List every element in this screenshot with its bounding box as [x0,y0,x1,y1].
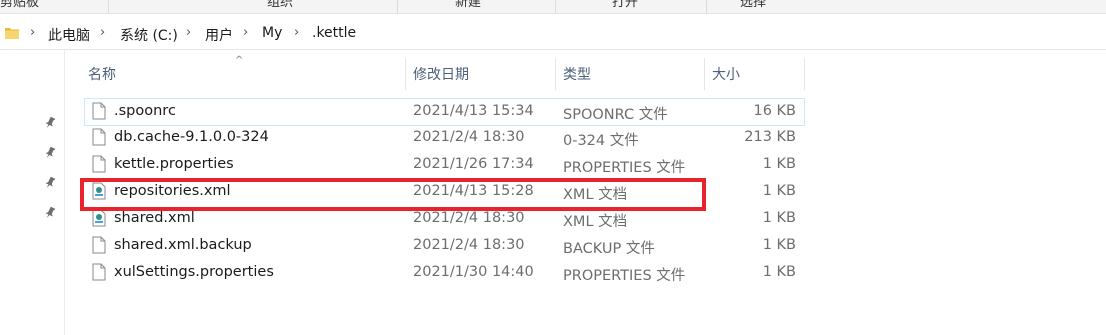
breadcrumb-chevron-icon[interactable]: › [186,25,191,40]
file-row[interactable]: db.cache-9.1.0.0-324 2021/2/4 18:30 0-32… [85,125,804,151]
ribbon-separator [108,0,109,13]
file-type: XML 文档 [563,214,628,230]
ribbon-organize[interactable]: 组织 [267,0,293,10]
file-name: kettle.properties [114,156,234,172]
breadcrumb-chevron-icon[interactable]: › [100,25,105,40]
column-header-size[interactable]: 大小 [712,64,740,96]
file-name: .spoonrc [114,103,176,119]
breadcrumb-chevron-icon[interactable]: › [294,25,299,40]
file-type: 0-324 文件 [563,133,639,149]
file-date: 2021/2/4 18:30 [413,237,525,253]
column-header-type[interactable]: 类型 [563,64,591,96]
file-row[interactable]: shared.xml.backup 2021/2/4 18:30 BACKUP … [85,233,804,259]
pin-icon[interactable] [44,206,56,220]
file-type: SPOONRC 文件 [563,107,668,123]
file-size: 1 KB [762,237,796,253]
file-name: shared.xml [114,210,195,226]
ribbon-clipboard[interactable]: 剪贴板 [0,0,39,10]
file-row[interactable]: xulSettings.properties 2021/1/30 14:40 P… [85,260,804,286]
ribbon-separator [555,0,556,13]
file-row[interactable]: .spoonrc 2021/4/13 15:34 SPOONRC 文件 16 K… [84,98,805,126]
file-row[interactable]: kettle.properties 2021/1/26 17:34 PROPER… [85,152,804,178]
generic-file-icon [92,263,106,281]
pin-icon[interactable] [44,146,56,160]
column-divider[interactable] [405,58,406,90]
file-date: 2021/2/4 18:30 [413,210,525,226]
sort-ascending-icon: ^ [235,55,244,66]
generic-file-icon [92,128,106,146]
column-header-name[interactable]: 名称 [88,64,116,96]
file-name: xulSettings.properties [114,264,274,280]
ribbon-separator [397,0,398,13]
file-date: 2021/1/30 14:40 [413,264,534,280]
breadcrumb-chevron-icon[interactable]: › [243,25,248,40]
file-row[interactable]: shared.xml 2021/2/4 18:30 XML 文档 1 KB [85,206,804,232]
xml-file-icon [92,209,106,227]
file-name: repositories.xml [114,183,231,199]
file-size: 213 KB [744,129,796,145]
file-type: XML 文档 [563,187,628,203]
column-divider[interactable] [704,58,705,90]
ribbon-select[interactable]: 选择 [740,0,766,10]
file-date: 2021/4/13 15:34 [413,103,534,119]
file-size: 16 KB [753,103,796,119]
file-date: 2021/2/4 18:30 [413,129,525,145]
file-date: 2021/1/26 17:34 [413,156,534,172]
file-name: shared.xml.backup [114,237,252,253]
file-size: 1 KB [762,156,796,172]
file-row[interactable]: repositories.xml 2021/4/13 15:28 XML 文档 … [85,179,804,205]
file-size: 1 KB [762,264,796,280]
breadcrumb-chevron-icon[interactable]: › [30,25,35,40]
ribbon-open[interactable]: 打开 [612,0,638,10]
xml-file-icon [92,182,106,200]
file-date: 2021/4/13 15:28 [413,183,534,199]
file-type: BACKUP 文件 [563,241,655,257]
file-size: 1 KB [762,210,796,226]
breadcrumb-my[interactable]: My [262,25,282,41]
pin-icon[interactable] [44,176,56,190]
file-type: PROPERTIES 文件 [563,160,686,176]
pin-icon[interactable] [44,116,56,130]
navigation-pane [0,50,65,335]
file-size: 1 KB [762,183,796,199]
column-header-date[interactable]: 修改日期 [413,64,469,96]
generic-file-icon [92,236,106,254]
generic-file-icon [92,102,106,120]
breadcrumb-kettle[interactable]: .kettle [312,25,356,41]
folder-icon [5,28,19,39]
ribbon-separator [706,0,707,13]
address-bar[interactable]: › 此电脑 › 系统 (C:) › 用户 › My › .kettle [0,19,1106,50]
column-divider[interactable] [804,58,805,90]
file-name: db.cache-9.1.0.0-324 [114,129,269,145]
file-type: PROPERTIES 文件 [563,268,686,284]
breadcrumb-users[interactable]: 用户 [205,25,233,45]
ribbon-new[interactable]: 新建 [455,0,481,10]
ribbon: 剪贴板 组织 新建 打开 选择 [0,0,1106,14]
breadcrumb-this-pc[interactable]: 此电脑 [48,25,90,45]
generic-file-icon [92,155,106,173]
column-divider[interactable] [555,58,556,90]
breadcrumb-drive-c[interactable]: 系统 (C:) [120,25,178,45]
